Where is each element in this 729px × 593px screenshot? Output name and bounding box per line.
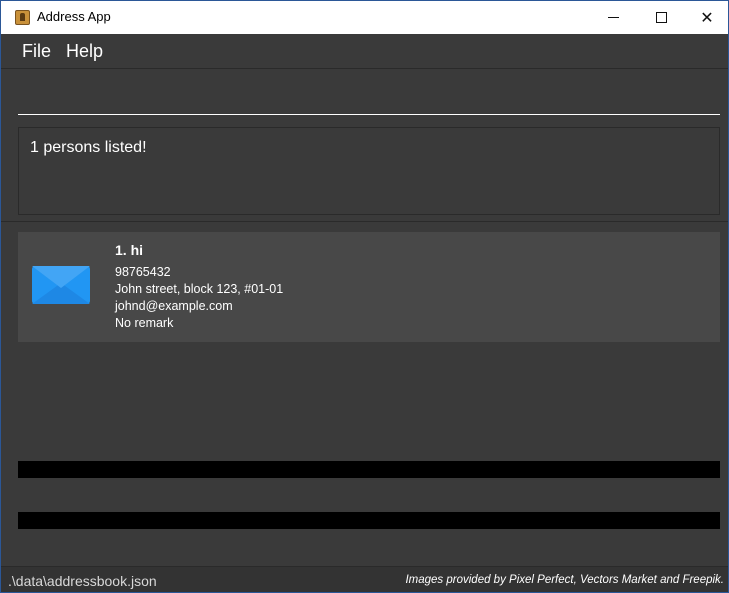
minimize-icon — [607, 17, 619, 18]
result-message: 1 persons listed! — [30, 139, 147, 156]
person-name: 1. hi — [115, 242, 144, 258]
person-card[interactable]: 1. hi 98765432 John street, block 123, #… — [18, 232, 720, 342]
divider — [1, 221, 728, 222]
result-display[interactable]: 1 persons listed! — [18, 127, 720, 215]
status-bar: .\data\addressbook.json Images provided … — [1, 566, 728, 592]
close-icon: ✕ — [700, 9, 714, 27]
command-input[interactable] — [18, 84, 720, 115]
envelope-icon — [32, 266, 90, 304]
window-title: Address App — [37, 9, 111, 24]
person-email: johnd@example.com — [115, 299, 233, 313]
command-box — [1, 70, 728, 122]
person-remark: No remark — [115, 316, 174, 330]
person-phone: 98765432 — [115, 265, 171, 279]
save-location: .\data\addressbook.json — [8, 573, 157, 589]
menu-help[interactable]: Help — [66, 41, 103, 62]
app-window: Address App ✕ File Help 1 persons listed… — [0, 0, 729, 593]
maximize-button[interactable] — [638, 1, 684, 34]
minimize-button[interactable] — [590, 1, 636, 34]
maximize-icon — [655, 12, 667, 23]
black-bar-top — [18, 461, 720, 478]
menu-bar: File Help — [1, 34, 728, 69]
address-book-icon — [15, 10, 30, 25]
person-address: John street, block 123, #01-01 — [115, 282, 284, 296]
title-bar[interactable]: Address App ✕ — [1, 1, 728, 34]
menu-file[interactable]: File — [22, 41, 51, 62]
image-credits: Images provided by Pixel Perfect, Vector… — [405, 574, 724, 586]
close-button[interactable]: ✕ — [684, 1, 729, 34]
person-list[interactable]: 1. hi 98765432 John street, block 123, #… — [18, 232, 720, 342]
black-bar-bottom — [18, 512, 720, 529]
